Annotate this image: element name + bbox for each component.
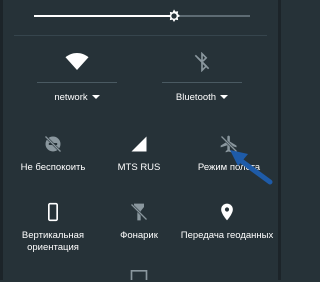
chevron-down-icon xyxy=(91,95,100,100)
bluetooth-disabled-icon xyxy=(194,52,210,72)
brightness-slider[interactable] xyxy=(34,8,250,24)
rotation-label-line2: ориентация xyxy=(27,242,79,253)
tile-cellular[interactable]: MTS RUS xyxy=(92,134,186,174)
wifi-split xyxy=(37,82,117,83)
wifi-label: network xyxy=(30,92,124,104)
chevron-down-icon xyxy=(220,95,229,100)
brightness-icon[interactable] xyxy=(166,8,182,24)
tile-do-not-disturb[interactable]: Не беспокоить xyxy=(6,134,100,174)
slider-divider xyxy=(14,35,267,36)
bluetooth-split xyxy=(162,82,242,83)
tile-bluetooth[interactable] xyxy=(155,52,249,72)
left-bezel xyxy=(0,0,3,280)
cellular-label: MTS RUS xyxy=(117,162,161,173)
bluetooth-dropdown[interactable]: Bluetooth xyxy=(155,92,249,104)
flashlight-label: Фонарик xyxy=(120,230,158,241)
right-bezel xyxy=(278,0,281,280)
tile-rotation[interactable]: Вертикальная ориентация xyxy=(6,202,100,254)
quick-settings-panel: network Bluetooth Не беспокоить MTS RUS xyxy=(0,0,281,280)
flashlight-off-icon xyxy=(130,203,148,221)
rotation-label-line1: Вертикальная xyxy=(21,230,85,241)
tile-location[interactable]: Передача геоданных xyxy=(180,202,274,242)
location-pin-icon xyxy=(221,203,233,221)
brightness-fill xyxy=(34,15,175,17)
cellular-signal-icon xyxy=(131,136,147,152)
tile-wifi[interactable] xyxy=(30,52,124,72)
tile-flashlight[interactable]: Фонарик xyxy=(92,202,186,242)
wifi-dropdown[interactable]: network xyxy=(30,92,124,104)
do-not-disturb-off-icon xyxy=(44,135,62,153)
bluetooth-label: Bluetooth xyxy=(155,92,249,104)
wifi-icon xyxy=(65,53,89,70)
location-label: Передача геоданных xyxy=(180,230,274,241)
annotation-arrow-icon xyxy=(230,150,273,185)
dnd-label: Не беспокоить xyxy=(20,162,86,173)
portrait-orientation-icon xyxy=(48,202,58,222)
